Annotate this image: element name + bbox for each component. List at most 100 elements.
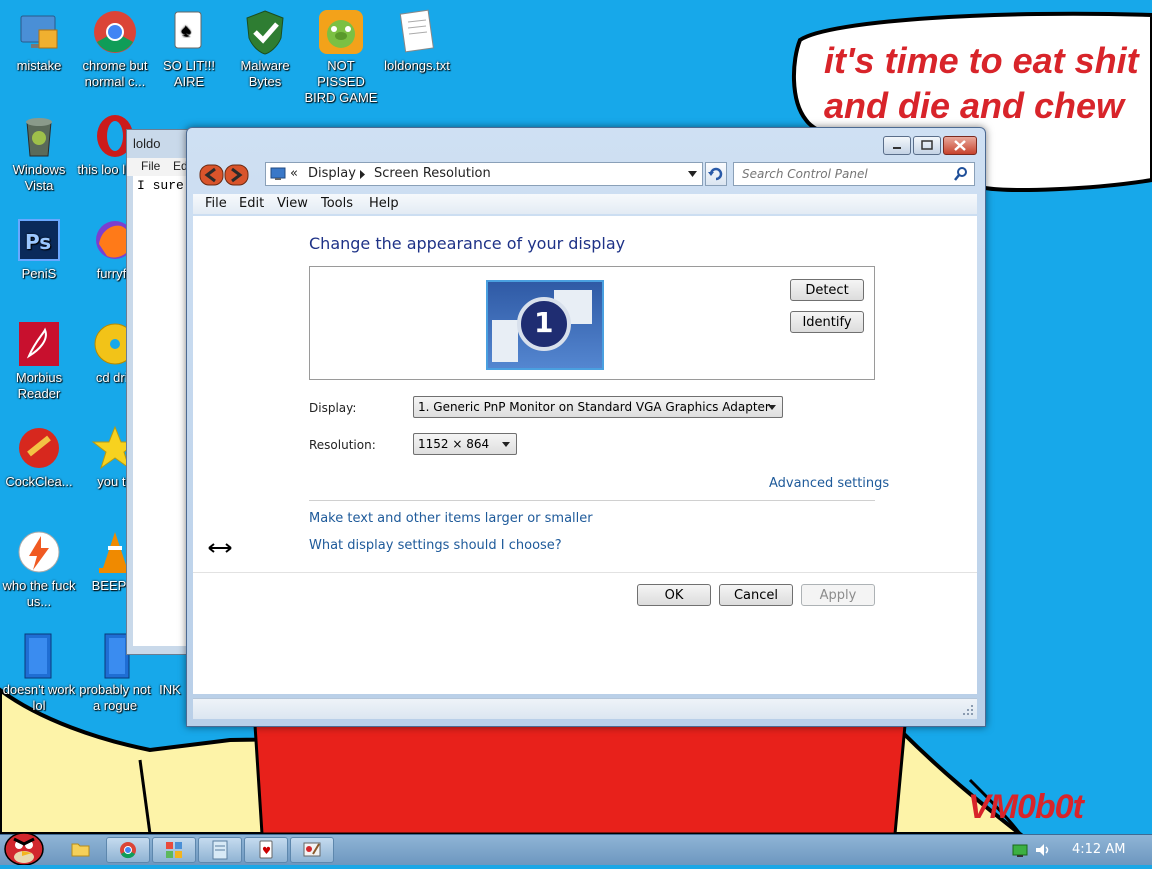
taskbar-paint[interactable]	[290, 837, 334, 863]
photoshop-icon: Ps	[15, 216, 63, 264]
resolution-select[interactable]: 1152 × 864	[413, 433, 517, 455]
window-content: Change the appearance of your display 1 …	[193, 216, 977, 694]
desktop-icon-mistake[interactable]: mistake	[0, 8, 78, 74]
recycle-bin-icon	[15, 112, 63, 160]
svg-text:♥: ♥	[262, 846, 271, 857]
notepad-menu-file[interactable]: File	[141, 159, 160, 173]
paint-icon	[303, 842, 321, 857]
close-button[interactable]	[943, 136, 977, 155]
desktop-icon-who-the[interactable]: who the fuck us...	[0, 528, 78, 610]
resize-grip-icon[interactable]	[963, 705, 973, 715]
address-row: « Display Screen Resolution	[195, 162, 975, 188]
desktop-icon-cockcleaner[interactable]: CockClea...	[0, 424, 78, 490]
back-icon[interactable]	[199, 164, 224, 186]
desktop-icon-label: CockClea...	[5, 474, 73, 489]
start-button[interactable]	[2, 827, 46, 866]
resolution-label: Resolution:	[309, 438, 376, 452]
cancel-button[interactable]: Cancel	[719, 584, 793, 606]
svg-text:Ps: Ps	[25, 230, 51, 254]
notepad-title: loldo	[133, 136, 161, 151]
breadcrumb-display[interactable]: Display	[308, 166, 356, 181]
forward-icon[interactable]	[224, 164, 249, 186]
menu-help[interactable]: Help	[369, 196, 399, 211]
desktop-icon-label: SO LIT!!! AIRE	[162, 58, 215, 89]
control-panel-icon	[166, 842, 182, 858]
desktop-icon-doesnt-work[interactable]: doesn't work lol	[0, 632, 78, 714]
desktop-icon-malwarebytes[interactable]: Malware Bytes	[226, 8, 304, 90]
taskbar-notepad[interactable]	[198, 837, 242, 863]
volume-icon[interactable]	[1034, 842, 1052, 858]
taskbar-control-panel[interactable]	[152, 837, 196, 863]
desktop-icon-chrome[interactable]: chrome but normal c...	[76, 8, 154, 90]
text-size-link[interactable]: Make text and other items larger or smal…	[309, 511, 593, 526]
taskbar-clock[interactable]: 4:12 AM	[1072, 842, 1125, 857]
divider	[309, 500, 875, 501]
blue-panel-icon	[15, 632, 63, 680]
ok-button[interactable]: OK	[637, 584, 711, 606]
minimize-button[interactable]	[883, 136, 911, 155]
taskbar-explorer[interactable]	[62, 837, 98, 861]
taskbar-chrome[interactable]	[106, 837, 150, 863]
display-select[interactable]: 1. Generic PnP Monitor on Standard VGA G…	[413, 396, 783, 418]
pdf-reader-icon	[15, 320, 63, 368]
advanced-settings-link[interactable]: Advanced settings	[769, 476, 889, 491]
status-bar	[193, 698, 977, 719]
search-box[interactable]	[733, 162, 975, 186]
chevron-down-icon	[768, 405, 776, 410]
desktop-icon-label: INK	[159, 682, 181, 697]
maximize-button[interactable]	[913, 136, 941, 155]
screen-resolution-window[interactable]: « Display Screen Resolution File Edit Vi…	[186, 127, 986, 727]
desktop-icon-solitaire[interactable]: ♠ SO LIT!!! AIRE	[150, 8, 228, 90]
breadcrumb-screen-resolution[interactable]: Screen Resolution	[374, 166, 491, 181]
wallpaper-signature: VM0b0t	[968, 788, 1084, 826]
apply-button[interactable]: Apply	[801, 584, 875, 606]
shield-icon	[241, 8, 289, 56]
footer-divider	[193, 572, 977, 573]
angry-bird-start-icon	[4, 832, 44, 866]
display-select-value: 1. Generic PnP Monitor on Standard VGA G…	[418, 400, 770, 414]
resolution-select-value: 1152 × 864	[418, 437, 490, 451]
menu-tools[interactable]: Tools	[321, 196, 353, 211]
display-label: Display:	[309, 401, 357, 415]
wallpaper-red-shape	[253, 723, 907, 834]
refresh-icon	[708, 167, 723, 181]
menu-view[interactable]: View	[277, 196, 308, 211]
svg-text:♠: ♠	[181, 20, 191, 40]
desktop-icon-windows-vista[interactable]: Windows Vista	[0, 112, 78, 194]
desktop-icon-penis[interactable]: Ps PeniS	[0, 216, 78, 282]
chrome-icon	[120, 842, 136, 859]
breadcrumb-arrow-icon[interactable]	[360, 170, 366, 179]
text-file-icon	[393, 8, 441, 56]
taskbar: ♥ 4:12 AM	[0, 832, 1152, 866]
desktop-icon-label: probably not a rogue	[79, 682, 151, 713]
menu-file[interactable]: File	[205, 196, 227, 211]
desktop-icon-label: doesn't work lol	[2, 682, 76, 713]
search-icon[interactable]	[954, 167, 968, 181]
search-input[interactable]	[734, 163, 954, 185]
identify-button[interactable]: Identify	[790, 311, 864, 333]
display-help-link[interactable]: What display settings should I choose?	[309, 538, 562, 553]
desktop-icon-label: who the fuck us...	[2, 578, 76, 609]
page-title: Change the appearance of your display	[309, 234, 626, 253]
desktop-icon-loldongs[interactable]: loldongs.txt	[378, 8, 456, 74]
desktop-icon-label: NOT PISSED BIRD GAME	[304, 58, 378, 105]
refresh-button[interactable]	[705, 162, 727, 186]
desktop-icon-bird-game[interactable]: NOT PISSED BIRD GAME	[302, 8, 380, 106]
monitor-preview[interactable]: 1	[486, 280, 604, 370]
address-dropdown-icon[interactable]	[688, 171, 697, 177]
taskbar-solitaire[interactable]: ♥	[244, 837, 288, 863]
detect-button[interactable]: Detect	[790, 279, 864, 301]
desktop-icon-label: chrome but normal c...	[82, 58, 148, 89]
display-preview-area: 1 Detect Identify	[309, 266, 875, 380]
network-icon[interactable]	[1012, 842, 1028, 858]
cards-icon: ♥	[259, 840, 273, 859]
desktop-icon-morbius-reader[interactable]: Morbius Reader	[0, 320, 78, 402]
desktop-icon-label: Morbius Reader	[15, 370, 63, 401]
address-bar[interactable]: « Display Screen Resolution	[265, 162, 703, 186]
desktop-icon-label: mistake	[16, 58, 62, 73]
nav-buttons	[199, 164, 249, 186]
menu-edit[interactable]: Edit	[239, 196, 264, 211]
breadcrumb-chevron: «	[290, 166, 298, 181]
pig-game-icon	[317, 8, 365, 56]
display-control-panel-icon	[270, 167, 286, 180]
